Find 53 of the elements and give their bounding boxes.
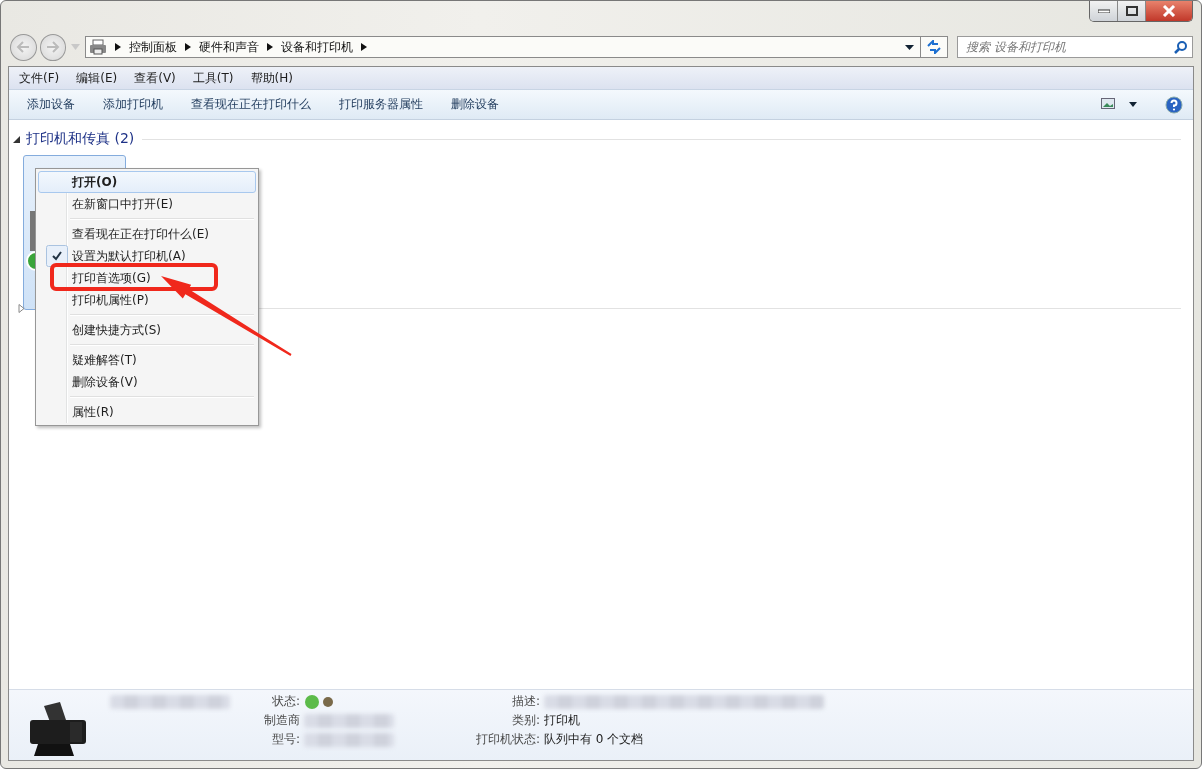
group-title[interactable]: 打印机和传真 (2) — [26, 130, 135, 148]
menu-item[interactable]: 查看(V) — [134, 69, 183, 87]
menu-item[interactable]: 工具(T) — [192, 69, 241, 87]
breadcrumb-item[interactable]: 硬件和声音 — [198, 38, 259, 56]
detail-label: 打印机状态: — [474, 731, 540, 748]
menu-item[interactable]: 属性(R) — [38, 401, 256, 423]
menu-item[interactable]: 设置为默认打印机(A) — [38, 245, 256, 267]
toolbar-button[interactable]: 删除设备 — [441, 92, 509, 117]
toolbar-button[interactable]: 打印服务器属性 — [329, 92, 433, 117]
menu-item[interactable]: 打印机属性(P) — [38, 289, 256, 311]
back-arrow-icon — [16, 41, 31, 53]
refresh-icon — [926, 40, 943, 54]
menu-item[interactable]: 文件(F) — [19, 69, 67, 87]
menu-item[interactable]: 创建快捷方式(S) — [38, 319, 256, 341]
menu-item[interactable]: 打印首选项(G) — [38, 267, 256, 289]
detail-label: 描述: — [510, 693, 540, 710]
forward-arrow-icon — [45, 41, 60, 53]
dropdown-icon[interactable] — [1129, 102, 1137, 107]
toolbar-button[interactable]: 查看现在正在打印什么 — [181, 92, 321, 117]
maximize-button[interactable] — [1118, 1, 1146, 21]
toolbar-button[interactable]: 添加打印机 — [93, 92, 173, 117]
menu-item[interactable]: 疑难解答(T) — [38, 349, 256, 371]
chevron-icon — [266, 43, 273, 51]
maximize-icon — [1125, 6, 1138, 16]
chevron-icon — [114, 43, 121, 51]
refresh-button[interactable] — [920, 36, 949, 58]
menu-item[interactable]: 在新窗口中打开(E) — [38, 193, 256, 215]
search-icon — [1174, 41, 1187, 54]
search-field[interactable]: 搜索 设备和打印机 — [957, 36, 1193, 58]
breadcrumb-item[interactable]: 控制面板 — [128, 38, 177, 56]
detail-label: 类别: — [510, 712, 540, 729]
collapse-icon[interactable] — [13, 135, 20, 143]
expand-icon[interactable] — [18, 304, 25, 313]
detail-label: 型号: — [270, 731, 300, 748]
menu-item[interactable]: 删除设备(V) — [38, 371, 256, 393]
close-icon — [1162, 5, 1176, 17]
close-button[interactable] — [1146, 1, 1192, 21]
breadcrumb-item[interactable]: 设备和打印机 — [280, 38, 353, 56]
detail-label: 制造商 — [263, 712, 300, 729]
dropdown-icon[interactable] — [904, 44, 914, 50]
chevron-icon — [360, 43, 367, 51]
detail-value: 打印机 — [544, 712, 580, 729]
help-button[interactable] — [1165, 95, 1183, 114]
address-bar[interactable]: 控制面板 硬件和声音 设备和打印机 — [84, 36, 921, 58]
menu-item[interactable]: 打开(O) — [38, 171, 256, 193]
minimize-icon — [1097, 9, 1110, 13]
menu-item[interactable]: 查看现在正在打印什么(E) — [38, 223, 256, 245]
chevron-icon — [184, 43, 191, 51]
detail-label: 状态: — [270, 693, 300, 710]
detail-value: 队列中有 0 个文档 — [544, 731, 644, 748]
menu-item[interactable]: 帮助(H) — [250, 69, 300, 87]
toolbar-button[interactable]: 添加设备 — [17, 92, 85, 117]
menu-item[interactable]: 编辑(E) — [76, 69, 125, 87]
